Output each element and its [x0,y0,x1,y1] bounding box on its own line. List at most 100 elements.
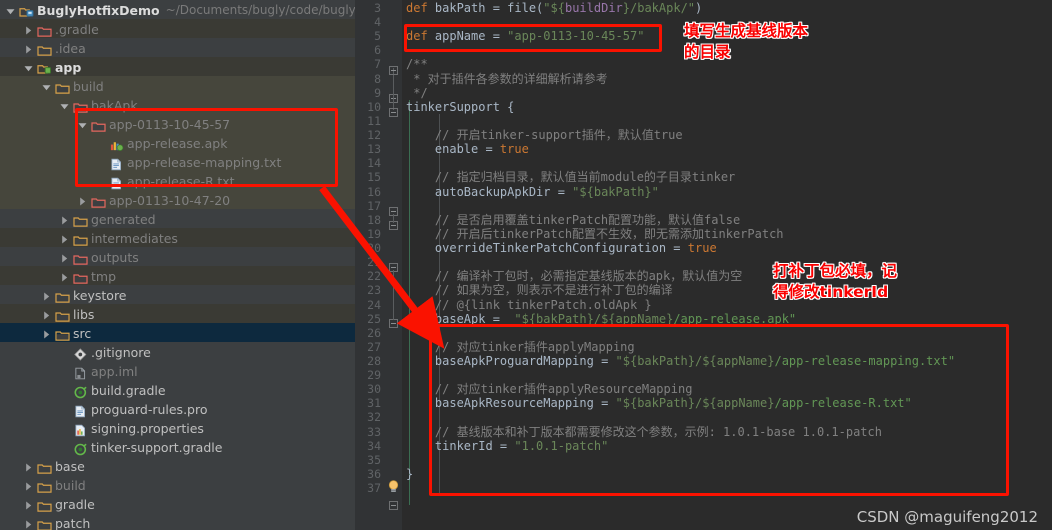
tree-item-outputs[interactable]: outputs [0,247,355,266]
code-token: * 对于插件各参数的详细解析请参考 [406,71,608,86]
tree-item-tmp[interactable]: tmp [0,266,355,285]
code-line[interactable]: // 开启tinker-support插件，默认值true [406,128,683,142]
code-line[interactable]: /** [406,57,428,71]
chevron-right-icon[interactable] [60,254,69,263]
project-tree-panel[interactable]: BuglyHotfixDemo ~/Documents/bugly/code/bu… [0,0,355,530]
code-token: // 指定归档目录，默认值当前module的子目录tinker [406,170,736,185]
no-chevron [60,387,69,396]
tree-item-label: src [73,326,92,341]
project-path-label: ~/Documents/bugly/code/bugly- [165,3,355,17]
tree-item-tinker-support-gradle[interactable]: tinker-support.gradle [0,437,355,456]
folder-icon [73,234,88,247]
tree-item-buglyhotfixdemo[interactable]: BuglyHotfixDemo ~/Documents/bugly/code/bu… [0,0,355,19]
tree-item-label: gradle [55,497,95,512]
chevron-down-icon[interactable] [6,7,15,16]
fold-marker[interactable] [389,66,398,75]
module-app-icon [37,63,52,76]
chevron-right-icon[interactable] [60,235,69,244]
tree-item-app[interactable]: app [0,57,355,76]
tree-item-build-gradle[interactable]: build.gradle [0,380,355,399]
code-line[interactable]: // 指定归档目录，默认值当前module的子目录tinker [406,170,735,184]
code-token: true [499,142,529,157]
line-number: 6 [374,43,381,58]
tree-item-proguard-rules-pro[interactable]: proguard-rules.pro [0,399,355,418]
folder-icon [37,481,52,494]
chevron-down-icon[interactable] [24,64,33,73]
chevron-down-icon[interactable] [60,102,69,111]
code-line[interactable]: // 如果为空，则表示不是进行补丁包的编译 [406,283,673,297]
code-line[interactable]: overrideTinkerPatchConfiguration = true [406,241,717,255]
properties-icon [73,424,88,437]
chevron-right-icon[interactable] [60,216,69,225]
tree-item-label: app.iml [91,364,138,379]
line-number: 9 [374,85,381,100]
tree-item-label: .gradle [55,22,99,37]
tree-item-base[interactable]: base [0,456,355,475]
line-number: 14 [367,156,381,171]
code-token: true [687,241,717,256]
tree-item-label: app-0113-10-47-20 [109,193,231,208]
fold-marker[interactable] [389,108,398,117]
code-line[interactable]: def bakPath = file("${buildDir}/bakApk/"… [406,1,702,15]
code-line[interactable]: // @{link tinkerPatch.oldApk } [406,298,652,312]
code-line[interactable]: // 是否启用覆盖tinkerPatch配置功能，默认值false [406,213,740,227]
tree-item-keystore[interactable]: keystore [0,285,355,304]
fold-marker[interactable] [389,319,398,328]
chevron-right-icon[interactable] [78,197,87,206]
line-number: 32 [367,410,381,425]
code-line[interactable]: enable = true [406,142,529,156]
code-token: */ [406,85,428,100]
tree-item-gradle[interactable]: gradle [0,494,355,513]
chevron-right-icon[interactable] [42,330,51,339]
ide-screenshot: BuglyHotfixDemo ~/Documents/bugly/code/bu… [0,0,1052,530]
folder-red-icon [37,25,52,38]
code-line[interactable]: */ [406,85,428,100]
code-line[interactable]: * 对于插件各参数的详细解析请参考 [406,71,608,86]
code-line[interactable]: // 编译补丁包时，必需指定基线版本的apk，默认值为空 [406,269,742,283]
tree-item-signing-properties[interactable]: signing.properties [0,418,355,437]
tree-item-intermediates[interactable]: intermediates [0,228,355,247]
chevron-right-icon[interactable] [60,273,69,282]
code-line[interactable]: } [406,467,413,481]
tree-item-label: .idea [55,41,86,56]
intention-bulb-icon[interactable] [388,480,399,493]
tree-item--gitignore[interactable]: .gitignore [0,342,355,361]
chevron-right-icon[interactable] [24,463,33,472]
chevron-right-icon[interactable] [24,501,33,510]
line-number: 22 [367,269,381,284]
line-number: 36 [367,466,381,481]
code-token: // 开启tinker-support插件，默认值true [406,128,683,143]
tree-item-patch[interactable]: patch [0,513,355,530]
chevron-down-icon[interactable] [42,83,51,92]
chevron-right-icon[interactable] [24,26,33,35]
code-line[interactable]: tinkerSupport { [406,100,514,114]
line-number: 26 [367,325,381,340]
watermark-text: CSDN @maguifeng2012 [856,508,1038,526]
folder-icon [37,462,52,475]
tree-item-libs[interactable]: libs [0,304,355,323]
fold-marker[interactable] [389,501,398,510]
tree-item-build[interactable]: build [0,475,355,494]
tree-item-generated[interactable]: generated [0,209,355,228]
gradle-icon [73,386,88,399]
chevron-right-icon[interactable] [24,482,33,491]
chevron-right-icon[interactable] [42,292,51,301]
tree-item--idea[interactable]: .idea [0,38,355,57]
line-number-gutter: 3 4 5 6 7 8 9 10 11 12 13 14 15 16 17 18 19 20 21 22 23 24 25 2… [355,0,385,530]
chevron-right-icon[interactable] [42,311,51,320]
tree-item-src[interactable]: src [0,323,355,342]
line-number: 28 [367,354,381,368]
fold-gutter[interactable] [385,0,402,530]
line-number: 30 [367,382,381,397]
chevron-right-icon[interactable] [24,520,33,529]
chevron-right-icon[interactable] [24,45,33,54]
code-token: "${ [543,1,565,15]
tree-item-app-0113-10-47-20[interactable]: app-0113-10-47-20 [0,190,355,209]
tree-item--gradle[interactable]: .gradle [0,19,355,38]
code-line[interactable]: autoBackupApkDir = "${bakPath}" [406,185,659,199]
tree-item-build[interactable]: build [0,76,355,95]
line-number: 12 [367,128,381,143]
tree-item-app-iml[interactable]: app.iml [0,361,355,380]
folder-icon [73,215,88,228]
code-line[interactable]: // 开启后tinkerPatch配置不生效，即无需添加tinkerPatch [406,227,784,241]
